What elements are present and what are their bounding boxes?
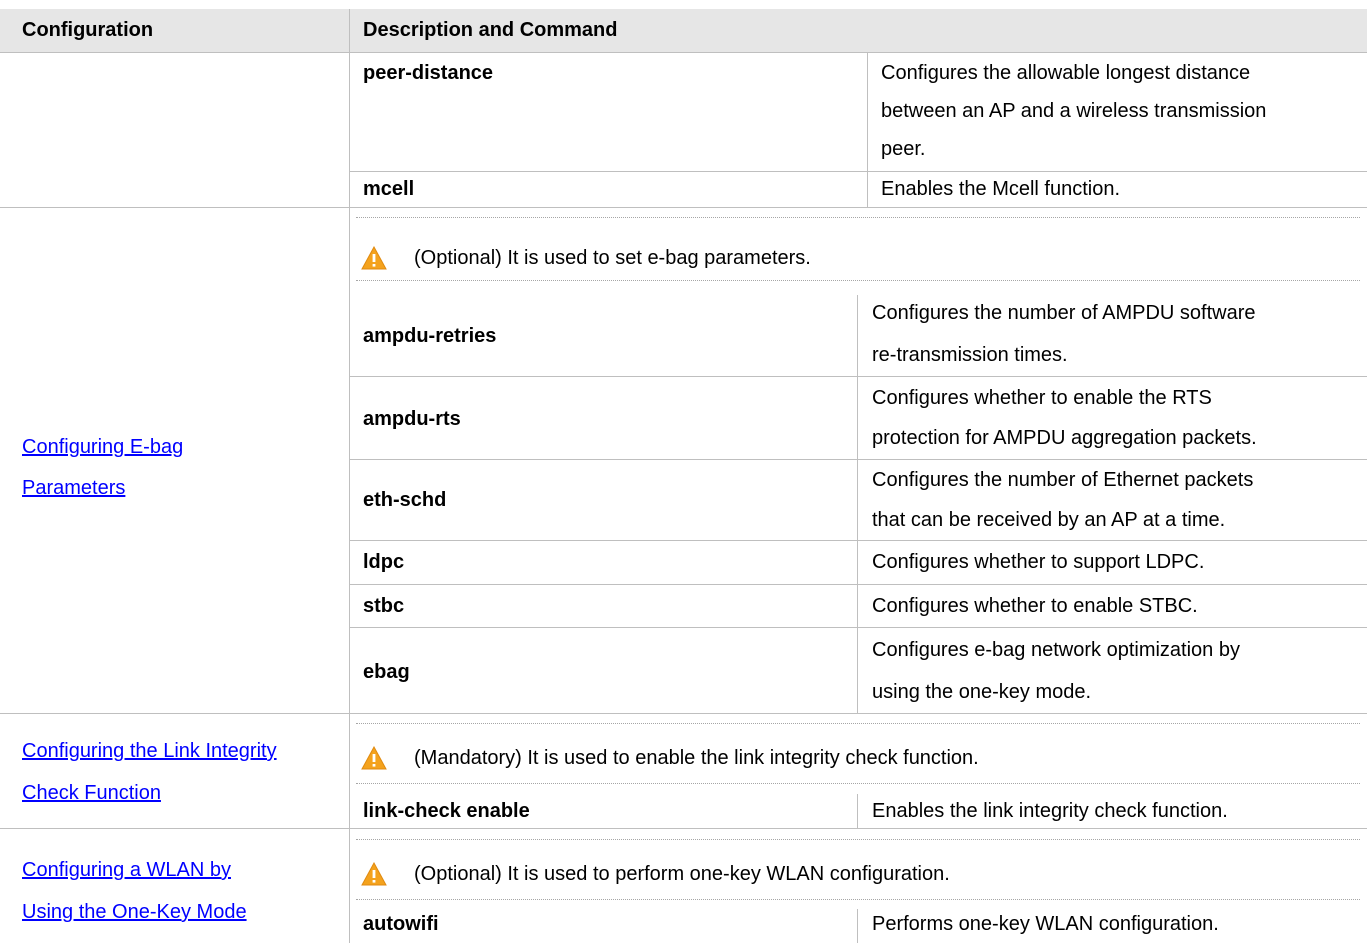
- desc-line: using the one-key mode.: [872, 681, 1092, 703]
- header-configuration: Configuration: [22, 19, 154, 41]
- row-divider: [350, 627, 1367, 628]
- desc-line: Enables the link integrity check functio…: [872, 800, 1228, 822]
- row-divider: [350, 540, 1367, 541]
- desc-line: that can be received by an AP at a time.: [872, 509, 1226, 531]
- desc-line: Configures the number of AMPDU software: [872, 302, 1256, 324]
- inner-column-divider: [857, 794, 858, 828]
- warning-triangle-icon: [361, 746, 387, 770]
- command-peer-distance: peer-distance: [363, 62, 494, 84]
- desc-line: Enables the Mcell function.: [881, 178, 1121, 200]
- desc-line: Configures the allowable longest distanc…: [881, 62, 1251, 84]
- link-configuring-ebag-parameters[interactable]: Configuring E-bag: [22, 429, 183, 465]
- desc-line: peer.: [881, 138, 926, 160]
- note-border: [356, 899, 1360, 900]
- row-divider: [350, 376, 1367, 377]
- command-mcell: mcell: [363, 178, 415, 200]
- section-divider: [0, 713, 1367, 714]
- command-ampdu-retries: ampdu-retries: [363, 325, 497, 347]
- note-border: [356, 839, 1360, 840]
- row-divider: [350, 459, 1367, 460]
- desc-line: Configures whether to enable the RTS: [872, 387, 1212, 409]
- note-border: [356, 723, 1360, 724]
- note-wlan: (Optional) It is used to perform one-key…: [414, 863, 950, 885]
- header-description: Description and Command: [363, 19, 618, 41]
- section-divider: [0, 207, 1367, 208]
- note-border: [356, 280, 1360, 281]
- command-ldpc: ldpc: [363, 551, 405, 573]
- command-ampdu-rts: ampdu-rts: [363, 408, 461, 430]
- desc-line: between an AP and a wireless transmissio…: [881, 100, 1267, 122]
- command-autowifi: autowifi: [363, 913, 439, 935]
- header-divider: [0, 52, 1367, 53]
- inner-column-divider: [857, 909, 858, 943]
- command-eth-schd: eth-schd: [363, 489, 447, 511]
- desc-line: Configures the number of Ethernet packet…: [872, 469, 1254, 491]
- link-configuring-link-integrity[interactable]: Configuring the Link Integrity: [22, 733, 277, 769]
- note-link-check: (Mandatory) It is used to enable the lin…: [414, 747, 979, 769]
- link-configuring-wlan-one-key[interactable]: Configuring a WLAN by: [22, 852, 231, 888]
- warning-triangle-icon: [361, 246, 387, 270]
- link-configuring-wlan-one-key[interactable]: Using the One-Key Mode: [22, 894, 247, 930]
- column-divider: [349, 9, 350, 943]
- desc-line: re-transmission times.: [872, 344, 1068, 366]
- desc-line: protection for AMPDU aggregation packets…: [872, 427, 1257, 449]
- inner-column-divider: [857, 295, 858, 713]
- note-ebag: (Optional) It is used to set e-bag param…: [414, 247, 811, 269]
- command-ebag: ebag: [363, 661, 410, 683]
- row-divider: [350, 171, 1367, 172]
- command-link-check-enable: link-check enable: [363, 800, 530, 822]
- note-border: [356, 783, 1360, 784]
- desc-line: Configures whether to enable STBC.: [872, 595, 1198, 617]
- desc-line: Configures e-bag network optimization by: [872, 639, 1240, 661]
- row-divider: [350, 584, 1367, 585]
- table-header: [0, 9, 1367, 52]
- warning-triangle-icon: [361, 862, 387, 886]
- inner-column-divider: [867, 52, 868, 207]
- section-divider: [0, 828, 1367, 829]
- command-stbc: stbc: [363, 595, 405, 617]
- note-border: [356, 217, 1360, 218]
- desc-line: Configures whether to support LDPC.: [872, 551, 1205, 573]
- link-configuring-link-integrity[interactable]: Check Function: [22, 775, 161, 811]
- desc-line: Performs one-key WLAN configuration.: [872, 913, 1219, 935]
- link-configuring-ebag-parameters[interactable]: Parameters: [22, 470, 125, 506]
